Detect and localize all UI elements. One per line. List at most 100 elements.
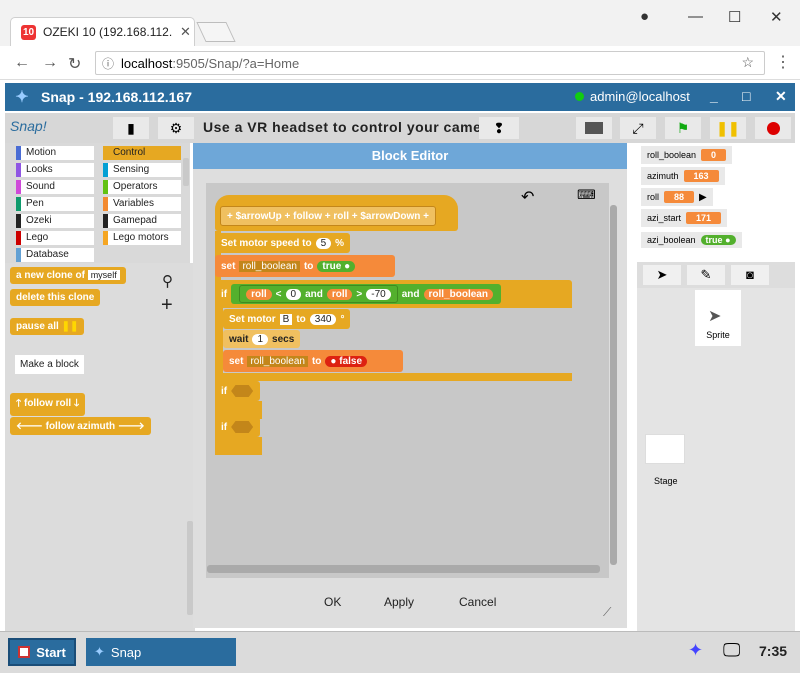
speed-input[interactable]: 5 <box>315 237 332 249</box>
browser-menu-icon[interactable]: ⋮ <box>775 52 791 72</box>
online-dot-icon <box>575 92 584 101</box>
start-button[interactable]: Start <box>8 638 76 666</box>
app-close-button[interactable]: ✕ <box>775 88 787 105</box>
if-block-3[interactable]: if <box>215 417 260 437</box>
reload-icon[interactable]: ↻ <box>68 54 81 74</box>
resize-handle-icon[interactable]: ⟋ <box>603 605 611 620</box>
monitor-icon[interactable]: 🖵 <box>723 640 740 661</box>
category-scrollbar[interactable] <box>183 158 189 186</box>
make-a-block-button[interactable]: Make a block <box>15 355 84 374</box>
category-sound[interactable]: Sound <box>16 180 94 194</box>
green-flag-button[interactable]: ⚑ <box>665 117 701 139</box>
ok-button[interactable]: OK <box>324 595 341 609</box>
wait-input[interactable]: 1 <box>252 333 269 345</box>
category-gamepad[interactable]: Gamepad <box>103 214 181 228</box>
new-tab-button[interactable] <box>196 22 236 42</box>
motor-value-input[interactable]: 340 <box>309 313 337 325</box>
set-variable-block[interactable]: set roll_boolean to true ● <box>215 255 395 277</box>
tab-sounds[interactable]: ◙ <box>731 265 769 285</box>
bookmark-star-icon[interactable]: ☆ <box>741 54 754 71</box>
empty-boolean-slot[interactable] <box>231 385 254 397</box>
watcher-name: roll <box>647 192 660 202</box>
category-operators[interactable]: Operators <box>103 180 181 194</box>
variable-dropdown[interactable]: roll_boolean <box>247 355 308 367</box>
editor-horizontal-scrollbar[interactable] <box>207 565 600 573</box>
tab-scripts[interactable]: ➤ <box>643 265 681 285</box>
window-maximize-icon[interactable]: ☐ <box>728 8 741 26</box>
if-block[interactable]: if roll < 0 and roll > -70 and roll_bool… <box>215 280 572 308</box>
wait-block[interactable]: wait 1 secs <box>223 330 301 348</box>
true-toggle[interactable]: true ● <box>317 260 356 272</box>
category-pen[interactable]: Pen <box>16 197 94 211</box>
watcher-value: true <box>705 235 723 245</box>
app-minimize-button[interactable]: _ <box>710 88 718 104</box>
category-database[interactable]: Database <box>16 248 94 262</box>
motor-port-dropdown[interactable]: B <box>279 313 293 325</box>
new-clone-block[interactable]: a new clone of myself <box>10 267 126 284</box>
dialog-title[interactable]: Block Editor <box>193 143 627 169</box>
profile-icon[interactable]: ● <box>640 8 649 25</box>
search-icon[interactable]: ⚲ <box>162 272 173 290</box>
set-motor-block[interactable]: Set motor Bto 340 ° <box>223 309 351 329</box>
if-block-2[interactable]: if <box>215 381 260 401</box>
sprite-thumbnail[interactable]: ➤ Sprite <box>695 290 741 346</box>
browser-tab[interactable]: 10 OZEKI 10 (192.168.112.16 ✕ <box>10 17 195 46</box>
compare-input[interactable]: -70 <box>366 288 391 300</box>
url-input[interactable]: ⓘ localhost:9505/Snap/?a=Home ☆ <box>95 51 765 75</box>
category-control[interactable]: Control <box>103 146 181 160</box>
custom-block-prototype[interactable]: + $arrowUp + follow + roll + $arrowDown … <box>220 206 436 226</box>
plus-icon[interactable]: + <box>161 294 173 317</box>
editor-vertical-scrollbar[interactable] <box>610 205 617 565</box>
category-lego[interactable]: Lego <box>16 231 94 245</box>
app-maximize-button[interactable]: □ <box>742 88 750 104</box>
back-icon[interactable]: ← <box>14 54 30 72</box>
category-ozeki[interactable]: Ozeki <box>16 214 94 228</box>
window-close-icon[interactable]: ✕ <box>770 8 783 26</box>
ozeki-favicon-icon: 10 <box>21 24 36 40</box>
forward-icon[interactable]: → <box>42 54 58 72</box>
snap-tray-icon[interactable]: ✦ <box>688 640 703 661</box>
tab-costumes[interactable]: ✎ <box>687 265 725 285</box>
stage-mode-button[interactable]: ❢ <box>479 117 519 139</box>
stage-thumbnail[interactable] <box>645 434 685 464</box>
cancel-button[interactable]: Cancel <box>459 595 496 609</box>
stage-area: roll_boolean 0 azimuth 163 roll 88 ▶ azi_sta… <box>637 143 795 261</box>
compare-input[interactable]: 0 <box>285 288 302 300</box>
set-variable-block[interactable]: set roll_boolean to ● false <box>223 350 403 372</box>
category-looks[interactable]: Looks <box>16 163 94 177</box>
roll-reporter[interactable]: roll <box>326 288 353 300</box>
and-inner-predicate[interactable]: roll < 0 and roll > -70 <box>239 285 398 303</box>
stage-size-button[interactable] <box>576 117 612 139</box>
category-lego-motors[interactable]: Lego motors <box>103 231 181 245</box>
snap-logo[interactable]: Snap! <box>10 118 47 134</box>
clone-target-dropdown[interactable]: myself <box>87 270 120 280</box>
boolean-toggle[interactable]: true ● <box>700 235 736 245</box>
taskbar-snap-item[interactable]: ✦ Snap <box>86 638 236 666</box>
fullscreen-button[interactable]: ⤢ <box>620 117 656 139</box>
stop-button[interactable] <box>755 117 791 139</box>
keyboard-icon[interactable]: ⌨ <box>577 187 596 203</box>
user-status[interactable]: admin@localhost <box>575 89 690 104</box>
apply-button[interactable]: Apply <box>384 595 414 609</box>
follow-azimuth-block[interactable]: 🡐 follow azimuth 🡒 <box>10 417 151 435</box>
category-variables[interactable]: Variables <box>103 197 181 211</box>
pause-button[interactable]: ❚❚ <box>710 117 746 139</box>
delete-clone-block[interactable]: delete this clone <box>10 289 101 306</box>
roll-boolean-reporter[interactable]: roll_boolean <box>423 288 493 300</box>
variable-dropdown[interactable]: roll_boolean <box>239 260 300 272</box>
file-menu-button[interactable]: ▮ <box>113 117 149 139</box>
undo-icon[interactable]: ↶ <box>521 187 534 207</box>
and-outer-predicate[interactable]: roll < 0 and roll > -70 and roll_boolean <box>231 284 501 304</box>
window-minimize-icon[interactable]: — <box>688 8 703 25</box>
roll-reporter[interactable]: roll <box>246 288 272 300</box>
false-toggle[interactable]: ● false <box>325 355 368 367</box>
page-info-icon[interactable]: ⓘ <box>102 55 114 72</box>
pause-all-block[interactable]: pause all ❚❚ <box>10 318 85 335</box>
settings-menu-button[interactable]: ⚙ <box>158 117 194 139</box>
follow-roll-block[interactable]: 🡑 follow roll 🡓 <box>10 393 86 416</box>
empty-boolean-slot[interactable] <box>231 421 254 433</box>
set-motor-speed-block[interactable]: Set motor speed to 5% <box>215 233 351 253</box>
tab-close-icon[interactable]: ✕ <box>180 24 191 40</box>
category-sensing[interactable]: Sensing <box>103 163 181 177</box>
category-motion[interactable]: Motion <box>16 146 94 160</box>
